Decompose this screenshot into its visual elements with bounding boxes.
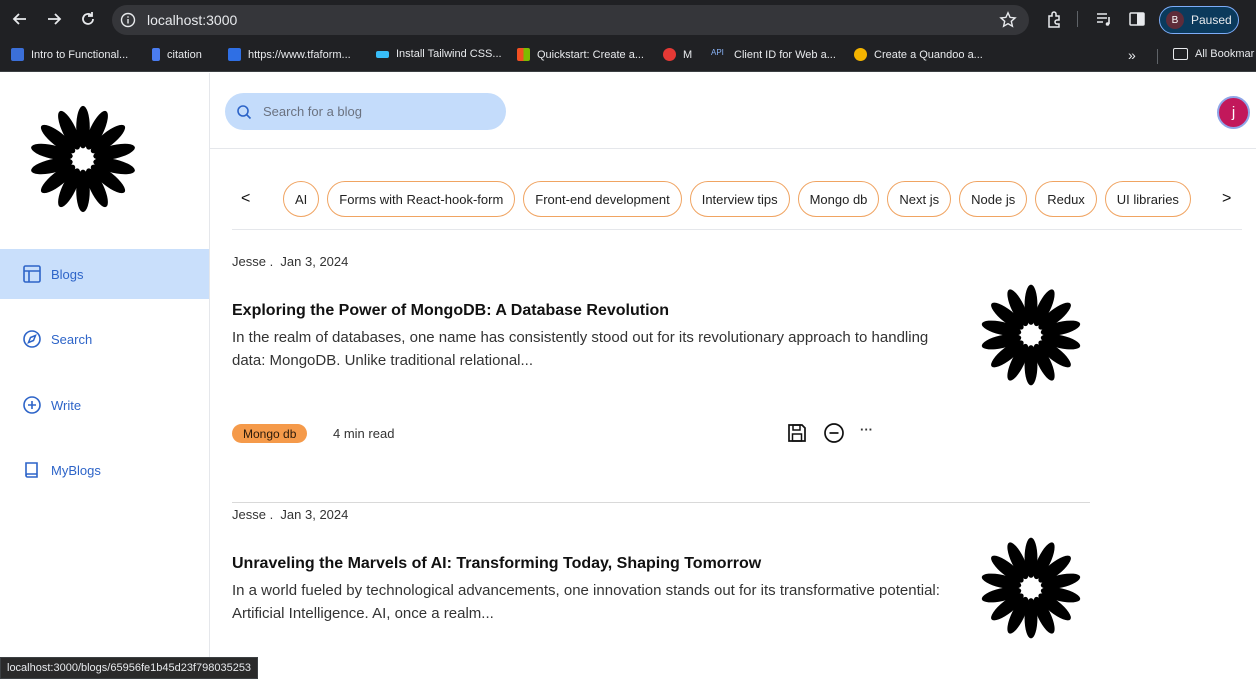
microsoft-icon [517, 48, 530, 61]
bookmark-item[interactable]: M [663, 48, 692, 61]
sidebar: Blogs Search Write MyBlogs [0, 73, 210, 679]
post-date: Jan 3, 2024 [280, 507, 349, 522]
post-thumbnail [981, 284, 1081, 386]
book-icon [25, 462, 38, 478]
layout-icon [23, 265, 41, 283]
bookmark-item[interactable]: https://www.tfaform... [228, 48, 351, 61]
folder-icon [1173, 48, 1188, 60]
tags-divider [232, 229, 1242, 230]
post-meta: Jesse . Jan 3, 2024 [232, 507, 348, 522]
bookmark-item[interactable]: Quickstart: Create a... [517, 48, 644, 61]
post-title[interactable]: Exploring the Power of MongoDB: A Databa… [232, 302, 669, 320]
bluetooth-like-icon [11, 48, 24, 61]
sidebar-item-label: Search [51, 331, 93, 347]
post-meta: Jesse . Jan 3, 2024 [232, 254, 348, 269]
side-panel-icon[interactable] [1128, 10, 1146, 28]
bookmark-item[interactable]: citation [152, 48, 202, 61]
api-icon: API [711, 48, 724, 57]
tag-chip[interactable]: Mongo db [797, 181, 880, 217]
tag-chip[interactable]: Forms with React-hook-form [327, 181, 516, 217]
post-thumbnail [981, 537, 1081, 639]
save-icon[interactable] [786, 422, 808, 444]
bookmark-icon [152, 48, 160, 61]
tag-chip[interactable]: UI libraries [1104, 181, 1191, 217]
site-info-icon[interactable] [120, 12, 136, 28]
all-bookmarks-button[interactable]: All Bookmar [1173, 48, 1254, 60]
post-title[interactable]: Unraveling the Marvels of AI: Transformi… [232, 555, 761, 573]
tag-chip[interactable]: Interview tips [689, 181, 790, 217]
bookmark-item[interactable]: Create a Quandoo a... [854, 48, 983, 61]
sidebar-item-search[interactable]: Search [0, 314, 209, 364]
tag-chip[interactable]: AI [283, 181, 320, 217]
search-bar[interactable] [225, 93, 506, 130]
sidebar-item-label: MyBlogs [51, 462, 101, 478]
quandoo-icon [854, 48, 867, 61]
user-avatar[interactable]: j [1217, 96, 1250, 129]
search-input[interactable] [263, 104, 493, 119]
more-options-icon[interactable]: ··· [860, 422, 873, 437]
sidebar-item-write[interactable]: Write [0, 380, 209, 430]
remove-circle-icon[interactable] [823, 422, 845, 444]
record-icon [663, 48, 676, 61]
header-divider [210, 148, 1256, 149]
compass-icon [23, 330, 41, 348]
tags-prev-button[interactable]: < [241, 190, 250, 208]
address-bar[interactable]: localhost:3000 [112, 5, 1029, 35]
profile-button[interactable]: B Paused [1159, 6, 1239, 34]
tag-carousel: AI Forms with React-hook-form Front-end … [283, 181, 1191, 217]
toolbar-divider [1077, 11, 1078, 27]
read-time: 4 min read [333, 426, 395, 441]
post-author: Jesse . [232, 507, 274, 522]
f-logo-icon [228, 48, 241, 61]
bookmark-item[interactable]: API Client ID for Web a... [711, 48, 836, 61]
sidebar-item-label: Blogs [51, 266, 84, 282]
back-arrow-icon[interactable] [9, 8, 31, 30]
bookmarks-divider [1157, 49, 1158, 64]
extensions-icon[interactable] [1045, 10, 1063, 28]
post-footer: Mongo db 4 min read ··· [232, 422, 1092, 444]
media-queue-icon[interactable] [1095, 10, 1113, 28]
sidebar-item-myblogs[interactable]: MyBlogs [0, 445, 209, 495]
search-icon [237, 104, 252, 119]
url-text: localhost:3000 [147, 12, 238, 28]
plus-circle-icon [23, 396, 41, 414]
bookmark-item[interactable]: Install Tailwind CSS... [376, 48, 502, 60]
post-date: Jan 3, 2024 [280, 254, 349, 269]
tag-chip[interactable]: Node js [959, 181, 1028, 217]
post-divider [232, 502, 1090, 503]
post-author: Jesse . [232, 254, 274, 269]
profile-avatar: B [1166, 11, 1184, 29]
status-bar-url: localhost:3000/blogs/65956fe1b45d23f7980… [0, 657, 259, 679]
tag-chip[interactable]: Redux [1035, 181, 1097, 217]
post-excerpt: In a world fueled by technological advan… [232, 582, 940, 622]
post-tag-badge[interactable]: Mongo db [232, 424, 308, 443]
tag-chip[interactable]: Next js [887, 181, 952, 217]
reload-icon[interactable] [77, 8, 99, 30]
profile-status: Paused [1191, 13, 1232, 27]
tag-chip[interactable]: Front-end development [523, 181, 682, 217]
post-excerpt: In the realm of databases, one name has … [232, 329, 929, 369]
forward-arrow-icon[interactable] [43, 8, 65, 30]
bookmark-star-icon[interactable] [999, 11, 1017, 29]
sidebar-item-blogs[interactable]: Blogs [0, 249, 209, 299]
bookmark-item[interactable]: Intro to Functional... [11, 48, 128, 61]
app-logo-icon[interactable] [25, 101, 141, 217]
tailwind-icon [376, 50, 389, 58]
sidebar-item-label: Write [51, 397, 82, 413]
bookmarks-bar: Intro to Functional... citation https://… [0, 38, 1256, 72]
tags-next-button[interactable]: > [1222, 190, 1231, 208]
browser-toolbar: localhost:3000 B Paused [0, 0, 1256, 38]
more-bookmarks-button[interactable]: » [1128, 47, 1136, 63]
